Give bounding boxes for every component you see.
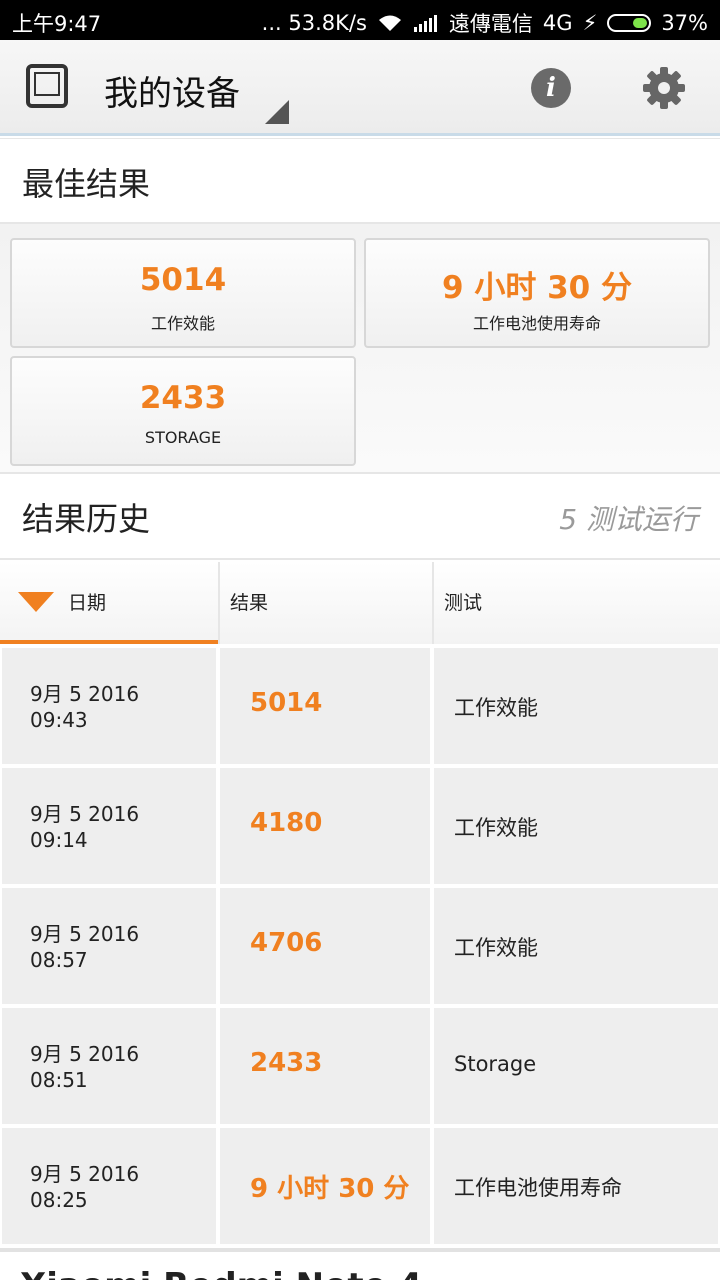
- cell-date: 9月 5 2016 08:25: [2, 1128, 216, 1244]
- cell-date: 9月 5 2016 09:43: [2, 648, 216, 764]
- best-card-performance[interactable]: 5014 工作效能: [10, 238, 356, 348]
- best-results-heading: 最佳结果: [22, 165, 151, 203]
- battery-percent: 37%: [661, 11, 708, 35]
- cell-test: 工作效能: [434, 768, 718, 884]
- cell-result: 4180: [220, 768, 430, 884]
- row-result: 5014: [250, 688, 323, 718]
- column-label: 测试: [444, 592, 483, 614]
- battery-icon: [607, 14, 652, 32]
- network-speed: ... 53.8K/s: [261, 11, 367, 35]
- wifi-icon: [378, 15, 401, 31]
- row-time: 08:25: [30, 1188, 88, 1212]
- info-icon[interactable]: i: [531, 68, 571, 108]
- card-label: 工作电池使用寿命: [472, 314, 601, 333]
- table-row[interactable]: 9月 5 2016 09:14 4180 工作效能: [0, 768, 720, 884]
- sort-descending-icon: [18, 592, 54, 612]
- status-bar: 上午9:47 ... 53.8K/s 遠傳電信 4G ⚡ 37%: [0, 0, 720, 40]
- cell-result: 9 小时 30 分: [220, 1128, 430, 1244]
- history-heading: 结果历史: [22, 500, 151, 538]
- table-row[interactable]: 9月 5 2016 08:57 4706 工作效能: [0, 888, 720, 1004]
- status-time: 上午9:47: [12, 12, 102, 36]
- test-runs-count: 5 测试运行: [559, 503, 698, 536]
- signal-icon: [413, 15, 437, 32]
- table-row[interactable]: 9月 5 2016 08:51 2433 Storage: [0, 1008, 720, 1124]
- row-date: 9月 5 2016: [30, 1162, 140, 1186]
- row-date: 9月 5 2016: [30, 682, 140, 706]
- card-label: 工作效能: [150, 314, 215, 333]
- column-header-result[interactable]: 结果: [218, 562, 432, 644]
- best-results-cards: 5014 工作效能 9 小时 30 分 工作电池使用寿命 2433 STORAG…: [0, 224, 720, 472]
- table-row[interactable]: 9月 5 2016 08:25 9 小时 30 分 工作电池使用寿命: [0, 1128, 720, 1244]
- cell-result: 5014: [220, 648, 430, 764]
- cell-date: 9月 5 2016 08:57: [2, 888, 216, 1004]
- row-time: 08:57: [30, 948, 88, 972]
- charging-icon: ⚡: [582, 11, 598, 35]
- row-test: 工作电池使用寿命: [454, 1176, 622, 1200]
- cell-test: 工作效能: [434, 648, 718, 764]
- cell-test: 工作电池使用寿命: [434, 1128, 718, 1244]
- row-result: 9 小时 30 分: [250, 1174, 410, 1204]
- history-header: 结果历史 5 测试运行: [0, 472, 720, 560]
- history-column-headers: 日期 结果 测试: [0, 562, 720, 644]
- network-type: 4G: [542, 11, 573, 35]
- column-label: 日期: [68, 592, 107, 614]
- cell-result: 4706: [220, 888, 430, 1004]
- best-card-storage[interactable]: 2433 STORAGE: [10, 356, 356, 466]
- table-row[interactable]: 9月 5 2016 09:43 5014 工作效能: [0, 648, 720, 764]
- cell-date: 9月 5 2016 09:14: [2, 768, 216, 884]
- gear-icon[interactable]: [640, 64, 688, 112]
- row-test: 工作效能: [454, 816, 538, 840]
- row-test: Storage: [454, 1052, 537, 1076]
- row-result: 4180: [250, 808, 323, 838]
- column-header-date[interactable]: 日期: [0, 562, 218, 644]
- cell-test: 工作效能: [434, 888, 718, 1004]
- device-name: Xiaomi Redmi Note 4: [20, 1266, 422, 1280]
- device-name-section: Xiaomi Redmi Note 4: [0, 1248, 720, 1280]
- row-result: 4706: [250, 928, 323, 958]
- card-value: 5014: [139, 262, 227, 298]
- page-title[interactable]: 我的设备: [104, 66, 240, 115]
- column-header-test[interactable]: 测试: [432, 562, 720, 644]
- card-value: 2433: [139, 380, 227, 416]
- app-bar: 我的设备 i: [0, 40, 720, 136]
- column-label: 结果: [230, 592, 269, 614]
- row-test: 工作效能: [454, 936, 538, 960]
- card-label: STORAGE: [144, 428, 222, 447]
- tablet-icon[interactable]: [26, 64, 68, 108]
- dropdown-corner-icon[interactable]: [265, 100, 289, 124]
- status-right: ... 53.8K/s 遠傳電信 4G ⚡ 37%: [262, 8, 708, 38]
- carrier-name: 遠傳電信: [448, 12, 533, 36]
- cell-test: Storage: [434, 1008, 718, 1124]
- cell-date: 9月 5 2016 08:51: [2, 1008, 216, 1124]
- row-time: 09:43: [30, 708, 88, 732]
- row-time: 09:14: [30, 828, 88, 852]
- row-time: 08:51: [30, 1068, 88, 1092]
- card-value: 9 小时 30 分: [441, 270, 633, 306]
- row-result: 2433: [250, 1048, 323, 1078]
- row-date: 9月 5 2016: [30, 922, 140, 946]
- row-test: 工作效能: [454, 696, 538, 720]
- row-date: 9月 5 2016: [30, 802, 140, 826]
- cell-result: 2433: [220, 1008, 430, 1124]
- row-date: 9月 5 2016: [30, 1042, 140, 1066]
- best-results-header: 最佳结果: [0, 138, 720, 224]
- best-card-battery[interactable]: 9 小时 30 分 工作电池使用寿命: [364, 238, 710, 348]
